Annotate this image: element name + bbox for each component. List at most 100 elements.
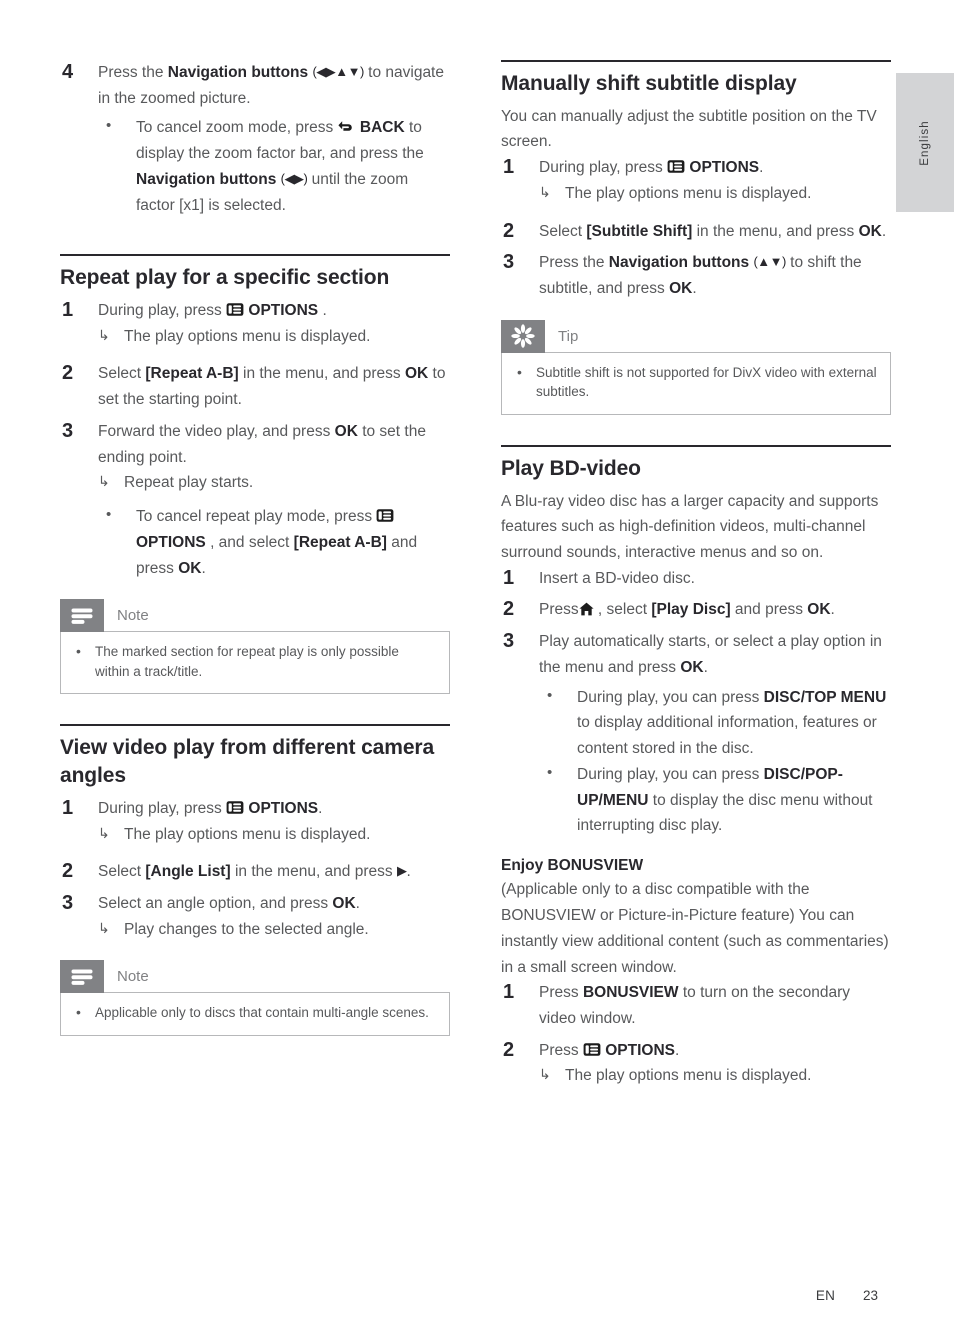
step-text: During play, press OPTIONS. — [539, 155, 891, 181]
note-icon-svg — [71, 969, 93, 985]
step-number: 3 — [62, 419, 74, 442]
result-item: ↳ The play options menu is displayed. — [98, 324, 450, 350]
options-icon — [226, 302, 244, 317]
section-divider — [60, 254, 450, 257]
note-callout: Note • The marked section for repeat pla… — [60, 599, 450, 695]
step-number: 2 — [503, 1038, 515, 1061]
section-title-camera-angles: View video play from different camera an… — [60, 736, 435, 788]
nav-direction-glyph: (◀▶) — [280, 170, 308, 186]
step-text-part: Press the — [98, 64, 168, 81]
ok-button-bold: OK — [669, 280, 693, 298]
step-text-part: Select — [98, 365, 146, 383]
step-text-part: Play automatically starts, or select a p… — [539, 633, 882, 676]
subtitle-section-intro: You can manually adjust the subtitle pos… — [501, 107, 877, 151]
step-number: 1 — [503, 156, 515, 179]
step-item: 1 Insert a BD-video disc. — [501, 566, 891, 592]
footer-locale: EN — [815, 1288, 836, 1303]
step-item: 4 Press the Navigation buttons (◀▶▲▼) to… — [60, 60, 450, 218]
step-item: 1 During play, press OPTIONS. ↳ The play… — [501, 155, 891, 206]
section-title-subtitle-shift: Manually shift subtitle display — [501, 72, 797, 95]
step-text: During play, press OPTIONS. — [98, 796, 450, 822]
right-arrow-glyph: ▶ — [396, 863, 407, 879]
step-item: 2 Select [Angle List] in the menu, and p… — [60, 859, 450, 885]
bullet-glyph: • — [547, 686, 553, 704]
step-item: 2 Select [Subtitle Shift] in the menu, a… — [501, 219, 891, 245]
bullet-glyph: • — [517, 363, 522, 380]
step-text-part: . — [675, 1041, 680, 1059]
tip-callout-head: Tip — [501, 319, 891, 353]
bullet-text-part: to display additional information, featu… — [577, 714, 877, 758]
step-text-part: Select — [539, 222, 587, 240]
options-button-bold: OPTIONS — [605, 1041, 676, 1059]
step-number: 2 — [62, 362, 74, 385]
page-footer: EN 23 — [0, 1288, 954, 1303]
options-icon — [376, 508, 394, 523]
subtitle-shift-steps: 1 During play, press OPTIONS. ↳ The play… — [501, 155, 891, 302]
menu-item-bold: [Angle List] — [145, 863, 231, 881]
bullet-text-part: To cancel repeat play mode, press — [136, 508, 377, 526]
step-text-part: . — [759, 159, 764, 177]
menu-item-bold: [Play Disc] — [651, 601, 731, 619]
tip-asterisk-icon-svg — [511, 324, 535, 348]
manual-page: English 4 Press the Navigation buttons (… — [0, 0, 954, 1339]
bullet-item: • Subtitle shift is not supported for Di… — [514, 363, 878, 402]
result-item: ↳ Play changes to the selected angle. — [98, 917, 450, 943]
step-text-part: Forward the video play, and press — [98, 422, 335, 440]
step-text-part: During play, press — [539, 159, 668, 177]
options-icon — [583, 1042, 601, 1057]
options-button-bold: OPTIONS — [248, 799, 319, 817]
ok-button-bold: OK — [807, 601, 831, 619]
step-number: 3 — [503, 630, 515, 653]
result-text: The play options menu is displayed. — [565, 1067, 812, 1085]
menu-item-bold: [Repeat A-B] — [145, 365, 239, 383]
result-item: ↳ The play options menu is displayed. — [98, 822, 450, 848]
repeat-play-steps: 1 During play, press OPTIONS . ↳ The pla… — [60, 298, 450, 581]
step-text-part: Press — [539, 1041, 583, 1059]
disc-top-menu-bold: DISC/TOP MENU — [763, 688, 887, 706]
note-icon-svg — [71, 608, 93, 624]
bullet-item: • To cancel repeat play mode, press OPTI… — [98, 504, 450, 581]
note-callout-head: Note — [60, 599, 450, 633]
step-text: Select [Repeat A-B] in the menu, and pre… — [98, 361, 450, 412]
note-icon — [60, 599, 104, 633]
back-button-bold: BACK — [359, 119, 405, 137]
step-text: Insert a BD-video disc. — [539, 569, 695, 587]
result-arrow-icon: ↳ — [98, 919, 110, 936]
step-text-part: . — [406, 863, 411, 881]
bullet-item: • To cancel zoom mode, press BACK to dis… — [98, 115, 450, 218]
bdvideo-section-intro: A Blu-ray video disc has a larger capaci… — [501, 492, 879, 562]
step-item: 3 Select an angle option, and press OK. … — [60, 891, 450, 942]
result-item: ↳ Repeat play starts. — [98, 470, 450, 496]
options-button-bold: OPTIONS — [689, 159, 760, 177]
left-column: 4 Press the Navigation buttons (◀▶▲▼) to… — [60, 60, 450, 1036]
step-text-part: Press — [539, 601, 579, 619]
result-text: The play options menu is displayed. — [124, 825, 371, 843]
result-item: ↳ The play options menu is displayed. — [539, 1063, 891, 1089]
subsection-title-bonusview: Enjoy BONUSVIEW — [501, 856, 644, 874]
step-item: 1 Press BONUSVIEW to turn on the seconda… — [501, 980, 891, 1031]
step-number: 1 — [62, 796, 74, 819]
step-text-part: During play, press — [98, 799, 227, 817]
bullet-text-part: . — [201, 559, 206, 577]
step-text-part: Select an angle option, and press — [98, 894, 333, 912]
step-text-part: Press — [539, 984, 583, 1002]
nav-buttons-bold: Navigation buttons — [167, 64, 309, 81]
step-text-part: During play, press — [98, 302, 227, 320]
bullet-item: • Applicable only to discs that contain … — [73, 1003, 437, 1023]
language-side-tab: English — [896, 73, 954, 212]
bonusview-steps: 1 Press BONUSVIEW to turn on the seconda… — [501, 980, 891, 1089]
step-text: Press , select [Play Disc] and press OK. — [539, 597, 891, 623]
section-divider — [501, 444, 891, 447]
step-text-part: Press the — [539, 254, 609, 272]
result-arrow-icon: ↳ — [539, 1066, 551, 1083]
options-button-bold: OPTIONS — [248, 302, 319, 320]
tip-callout-label: Tip — [558, 327, 579, 345]
back-arrow-icon — [337, 119, 356, 134]
section-title-play-bd-video: Play BD-video — [501, 456, 641, 480]
step-text: Select [Angle List] in the menu, and pre… — [98, 859, 450, 885]
step-item: 1 During play, press OPTIONS. ↳ The play… — [60, 796, 450, 847]
bullet-item: • During play, you can press DISC/POP-UP… — [539, 762, 891, 839]
bullet-text-part: , and select — [205, 533, 294, 551]
bd-video-steps: 1 Insert a BD-video disc. 2 Press , sele… — [501, 566, 891, 839]
step-item: 2 Press OPTIONS. ↳ The play options menu… — [501, 1038, 891, 1089]
